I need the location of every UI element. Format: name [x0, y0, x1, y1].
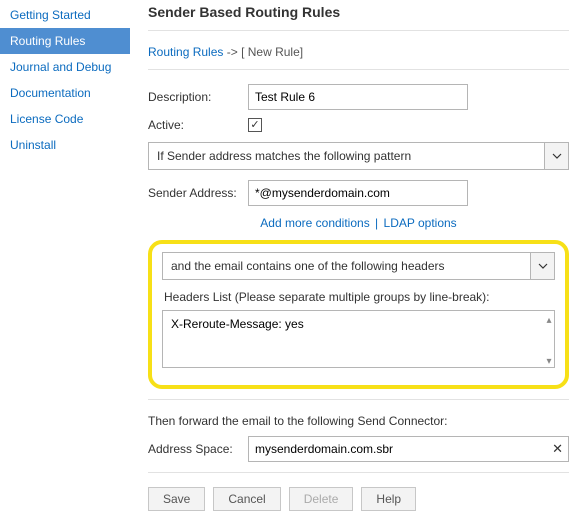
divider — [148, 399, 569, 400]
divider — [148, 472, 569, 473]
condition1-select[interactable]: If Sender address matches the following … — [148, 142, 569, 170]
breadcrumb-link[interactable]: Routing Rules — [148, 45, 223, 59]
description-label: Description: — [148, 90, 248, 104]
highlighted-section: and the email contains one of the follow… — [148, 240, 569, 389]
condition-links: Add more conditions | LDAP options — [148, 216, 569, 230]
add-more-conditions-link[interactable]: Add more conditions — [260, 216, 369, 230]
condition1-value: If Sender address matches the following … — [148, 142, 545, 170]
condition2-value: and the email contains one of the follow… — [162, 252, 531, 280]
active-label: Active: — [148, 118, 248, 132]
sidebar-item-license-code[interactable]: License Code — [0, 106, 130, 132]
action-buttons: Save Cancel Delete Help — [148, 487, 569, 511]
active-checkbox[interactable]: ✓ — [248, 118, 262, 132]
cancel-button[interactable]: Cancel — [213, 487, 280, 511]
ldap-options-link[interactable]: LDAP options — [384, 216, 457, 230]
clear-input-icon[interactable]: ✕ — [552, 441, 563, 457]
scroll-up-icon[interactable]: ▴ — [541, 312, 557, 328]
divider — [148, 69, 569, 70]
description-input[interactable] — [248, 84, 468, 110]
sender-address-label: Sender Address: — [148, 186, 248, 200]
link-separator: | — [375, 216, 378, 230]
chevron-down-icon[interactable] — [531, 252, 555, 280]
scroll-down-icon[interactable]: ▾ — [541, 353, 557, 369]
page-title: Sender Based Routing Rules — [148, 4, 569, 20]
then-forward-label: Then forward the email to the following … — [148, 414, 569, 428]
sender-address-input[interactable] — [248, 180, 468, 206]
main-panel: Sender Based Routing Rules Routing Rules… — [130, 0, 585, 522]
address-space-input[interactable] — [248, 436, 569, 462]
textarea-scrollbar: ▴ ▾ — [541, 310, 557, 371]
chevron-down-icon[interactable] — [545, 142, 569, 170]
headers-list-label: Headers List (Please separate multiple g… — [164, 290, 555, 304]
headers-list-textarea[interactable]: X-Reroute-Message: yes — [162, 310, 555, 368]
help-button[interactable]: Help — [361, 487, 416, 511]
delete-button[interactable]: Delete — [289, 487, 354, 511]
breadcrumb: Routing Rules -> [ New Rule] — [148, 45, 569, 59]
sidebar: Getting Started Routing Rules Journal an… — [0, 0, 130, 522]
sidebar-item-uninstall[interactable]: Uninstall — [0, 132, 130, 158]
divider — [148, 30, 569, 31]
breadcrumb-separator: -> — [227, 45, 238, 59]
sidebar-item-journal-debug[interactable]: Journal and Debug — [0, 54, 130, 80]
sidebar-item-routing-rules[interactable]: Routing Rules — [0, 28, 130, 54]
breadcrumb-current: [ New Rule] — [241, 45, 303, 59]
condition2-select[interactable]: and the email contains one of the follow… — [162, 252, 555, 280]
sidebar-item-documentation[interactable]: Documentation — [0, 80, 130, 106]
sidebar-item-getting-started[interactable]: Getting Started — [0, 2, 130, 28]
address-space-label: Address Space: — [148, 442, 248, 456]
save-button[interactable]: Save — [148, 487, 205, 511]
